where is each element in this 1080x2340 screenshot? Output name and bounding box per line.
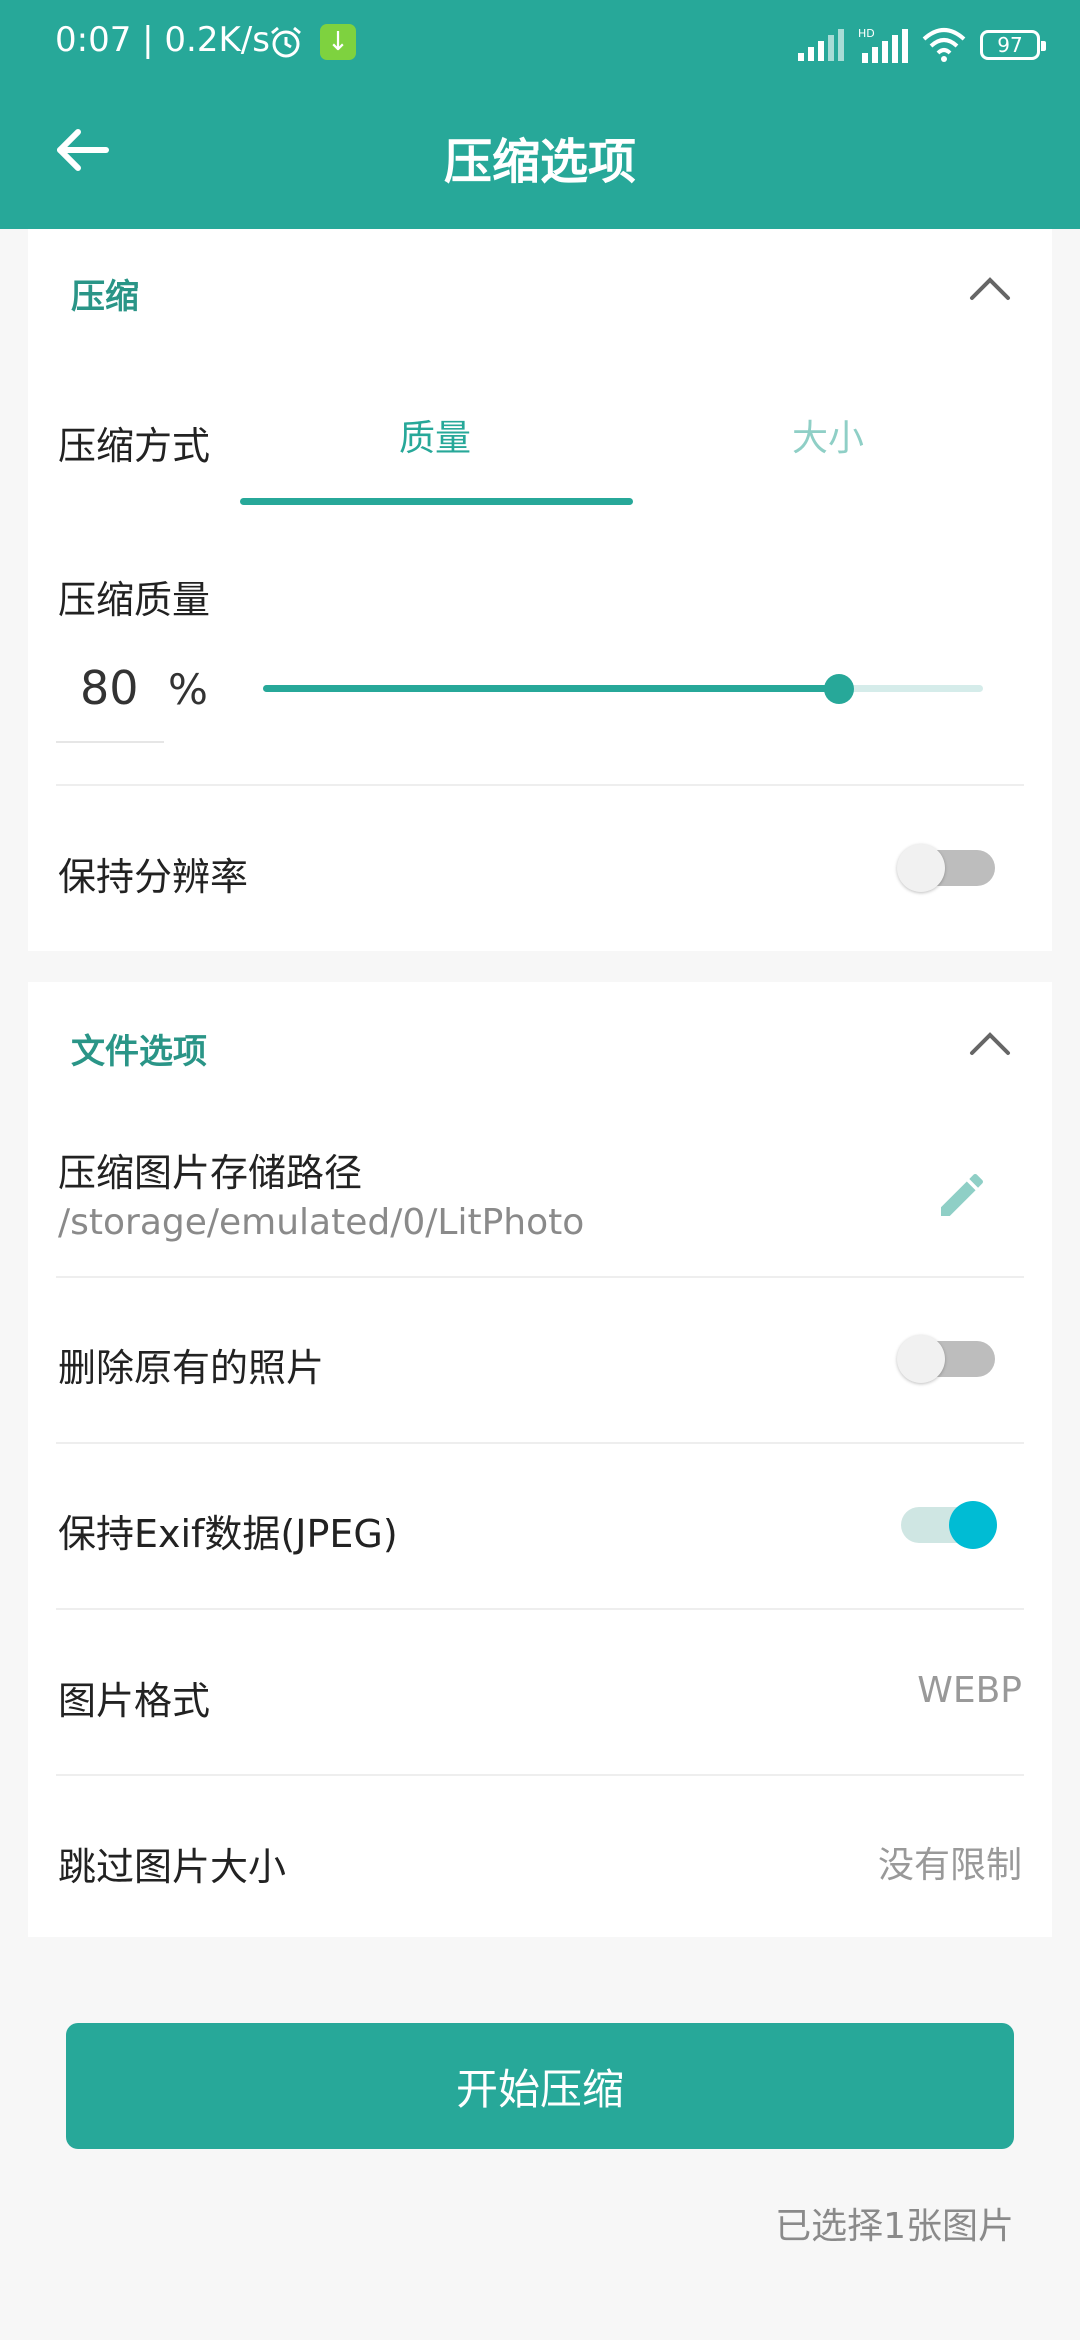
compression-card: 压缩 压缩方式 质量 大小 压缩质量 80 % 保持分辨率 — [28, 229, 1052, 951]
download-icon: ↓ — [320, 24, 356, 60]
divider — [56, 1442, 1024, 1444]
battery-icon: 97 — [980, 30, 1046, 60]
app-bar: 0:07 | 0.2K/s ↓ HD 97 压缩选项 — [0, 0, 1080, 229]
svg-text:HD: HD — [858, 27, 875, 40]
tab-quality[interactable]: 质量 — [240, 409, 630, 461]
status-bar: 0:07 | 0.2K/s ↓ HD 97 — [0, 0, 1080, 90]
toggle-knob — [949, 1501, 997, 1549]
tab-indicator — [240, 498, 633, 505]
page-title: 压缩选项 — [443, 134, 636, 190]
wifi-icon — [922, 28, 966, 62]
selected-count-text: 已选择1张图片 — [775, 2206, 1014, 2247]
save-path-label: 压缩图片存储路径 — [58, 1151, 363, 1195]
battery-level: 97 — [997, 33, 1023, 57]
start-compress-button[interactable]: 开始压缩 — [66, 2023, 1014, 2149]
delete-original-toggle[interactable] — [897, 1328, 997, 1388]
chevron-up-icon[interactable] — [968, 274, 1012, 302]
divider — [56, 1774, 1024, 1776]
save-path-value: /storage/emulated/0/LitPhoto — [58, 1202, 585, 1243]
keep-exif-toggle[interactable] — [897, 1494, 997, 1554]
toggle-knob — [897, 1335, 945, 1383]
status-time: 0:07 | 0.2K/s — [55, 20, 270, 60]
keep-resolution-label: 保持分辨率 — [58, 855, 249, 899]
toggle-knob — [897, 844, 945, 892]
compression-method-label: 压缩方式 — [58, 424, 211, 468]
quality-slider-fill — [263, 685, 839, 692]
quality-unit: % — [168, 665, 208, 714]
file-options-card: 文件选项 压缩图片存储路径 /storage/emulated/0/LitPho… — [28, 982, 1052, 1937]
section-title-compression: 压缩 — [71, 277, 139, 317]
tab-size[interactable]: 大小 — [633, 409, 1023, 461]
divider — [56, 784, 1024, 786]
quality-input[interactable]: 80 — [80, 661, 139, 715]
status-right: HD 97 — [798, 24, 1046, 66]
divider — [56, 1276, 1024, 1278]
divider — [56, 1608, 1024, 1610]
skip-size-value[interactable]: 没有限制 — [878, 1836, 1022, 1888]
chevron-up-icon[interactable] — [968, 1029, 1012, 1057]
hd-signal-icon: HD — [858, 27, 908, 63]
signal-icon — [798, 29, 844, 61]
edit-pencil-icon[interactable] — [934, 1167, 990, 1223]
section-title-file-options: 文件选项 — [71, 1032, 207, 1072]
skip-size-label[interactable]: 跳过图片大小 — [58, 1836, 286, 1891]
quality-label: 压缩质量 — [58, 578, 211, 622]
image-format-value[interactable]: WEBP — [917, 1670, 1022, 1711]
quality-slider-thumb[interactable] — [824, 674, 854, 704]
keep-resolution-toggle[interactable] — [897, 837, 997, 897]
image-format-label[interactable]: 图片格式 — [58, 1670, 210, 1725]
quality-input-underline — [56, 741, 164, 743]
keep-exif-label: 保持Exif数据(JPEG) — [58, 1512, 398, 1556]
alarm-icon — [271, 26, 301, 58]
delete-original-label: 删除原有的照片 — [58, 1346, 325, 1390]
